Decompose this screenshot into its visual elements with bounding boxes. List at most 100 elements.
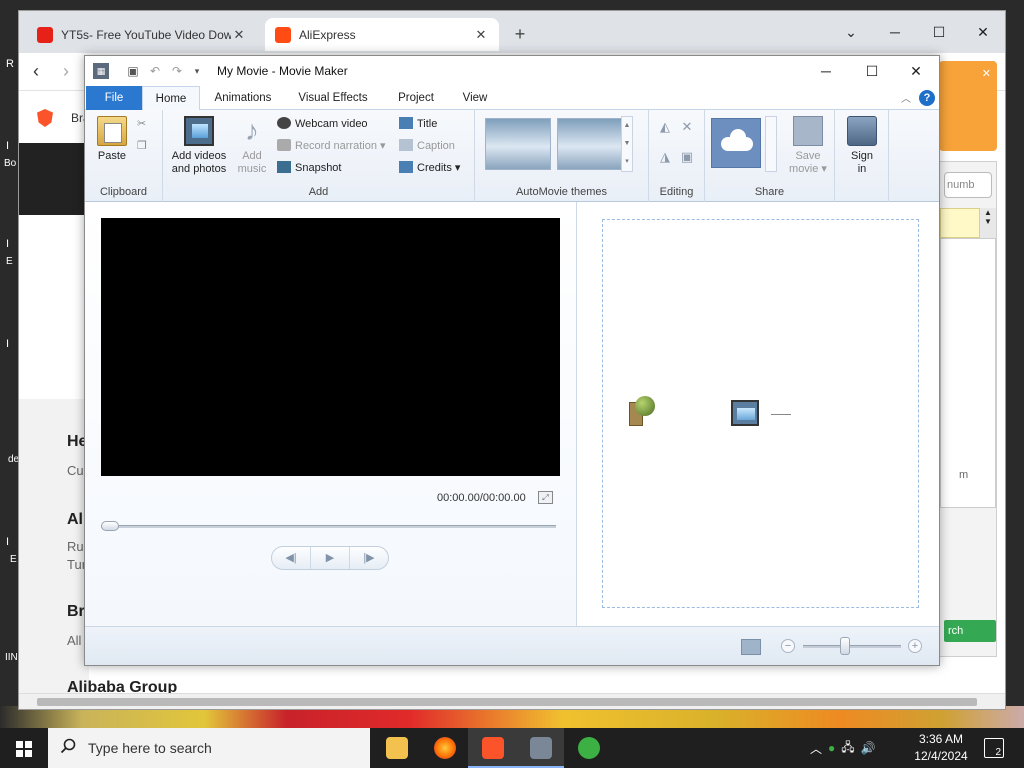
rotate-right-icon[interactable]: ◮	[657, 150, 673, 164]
browse-photos-icon[interactable]	[629, 396, 657, 426]
tab-file[interactable]: File	[86, 86, 142, 110]
paste-button[interactable]: Paste	[93, 116, 131, 163]
taskbar-movie-maker[interactable]	[516, 728, 564, 768]
close-icon[interactable]: ✕	[982, 67, 991, 80]
new-tab-button[interactable]: +	[509, 23, 531, 45]
storyboard-view-icon[interactable]	[741, 639, 761, 655]
title-button[interactable]: Title	[399, 114, 437, 134]
maximize-button[interactable]: ☐	[849, 56, 895, 86]
seek-thumb[interactable]	[101, 521, 119, 531]
browser-tab-aliexpress[interactable]: AliExpress ✕	[265, 18, 499, 51]
add-videos-photos-button[interactable]: Add videos and photos	[167, 116, 231, 176]
chevron-up-icon[interactable]: ︿	[810, 740, 822, 757]
cut-icon[interactable]: ✂	[137, 114, 146, 134]
copy-icon[interactable]: ❐	[137, 136, 147, 156]
highlight-field[interactable]	[940, 208, 980, 238]
redo-icon[interactable]: ↷	[169, 63, 185, 79]
footer-link[interactable]: Cu	[67, 463, 84, 478]
tab-animations[interactable]: Animations	[207, 86, 279, 110]
collapse-ribbon-icon[interactable]: ︿	[901, 90, 911, 105]
caption-button[interactable]: Caption	[399, 136, 455, 156]
browser-tab-yt5s[interactable]: YT5s- Free YouTube Video Downlo ✕	[27, 18, 257, 51]
fullscreen-icon[interactable]: ⤢	[538, 491, 553, 504]
volume-icon[interactable]: 🔊	[861, 741, 876, 755]
footer-heading[interactable]: Br	[67, 603, 85, 621]
tab-view[interactable]: View	[455, 86, 495, 110]
scrollbar-thumb[interactable]	[37, 698, 977, 706]
select-all-icon[interactable]: ▣	[679, 150, 695, 164]
zoom-slider[interactable]	[803, 645, 901, 648]
save-icon[interactable]: ▣	[125, 63, 141, 79]
add-videos-hint-icon[interactable]	[731, 400, 759, 426]
share-gallery-scroll-icon[interactable]	[765, 116, 777, 172]
save-movie-button[interactable]: Save movie ▾	[787, 116, 829, 176]
cloud-share-icon[interactable]	[711, 118, 761, 168]
taskbar-firefox[interactable]	[420, 728, 468, 768]
next-frame-icon[interactable]: |▶	[350, 547, 388, 569]
network-icon[interactable]: 🖧	[841, 738, 854, 759]
seek-bar[interactable]	[101, 525, 556, 528]
webcam-video-button[interactable]: Webcam video	[277, 114, 368, 134]
search-placeholder: Type here to search	[88, 740, 212, 756]
tab-search-chevron-icon[interactable]: ⌄	[829, 11, 873, 53]
snapshot-button[interactable]: Snapshot	[277, 158, 341, 178]
help-icon[interactable]: ?	[919, 90, 935, 106]
search-button[interactable]: rch	[944, 620, 996, 642]
taskbar-search[interactable]: Type here to search	[48, 728, 370, 768]
desktop-icon-label[interactable]: R	[6, 58, 14, 70]
desktop-icon-label[interactable]: I	[6, 536, 9, 548]
save-movie-label: movie	[789, 163, 819, 175]
taskbar-brave[interactable]	[468, 728, 516, 768]
zoom-out-icon[interactable]: −	[781, 639, 795, 653]
quick-access-dropdown-icon[interactable]: ▾	[189, 63, 205, 79]
people-icon	[578, 737, 600, 759]
sign-in-button[interactable]: Sign in	[845, 116, 879, 176]
tab-visual-effects[interactable]: Visual Effects	[295, 86, 371, 110]
taskbar-file-explorer[interactable]	[372, 728, 420, 768]
close-button[interactable]: ✕	[961, 11, 1005, 53]
theme-thumbnail[interactable]	[557, 118, 623, 170]
zoom-in-icon[interactable]: +	[908, 639, 922, 653]
maximize-button[interactable]: ☐	[917, 11, 961, 53]
previous-frame-icon[interactable]: ◀|	[272, 547, 311, 569]
zoom-slider-thumb[interactable]	[840, 637, 850, 655]
play-icon[interactable]: ▶	[311, 547, 350, 569]
storyboard-drop-area[interactable]	[602, 219, 919, 608]
theme-thumbnail[interactable]	[485, 118, 551, 170]
credits-button[interactable]: Credits ▾	[399, 158, 460, 178]
close-button[interactable]: ✕	[893, 56, 939, 86]
app-filmstrip-icon[interactable]: ▦	[93, 63, 109, 79]
tab-home[interactable]: Home	[142, 86, 200, 111]
promo-banner[interactable]: ✕	[939, 61, 997, 151]
browser-window-controls: ⌄ ─ ☐ ✕	[829, 11, 1005, 53]
scroll-arrows-icon[interactable]: ▲ ▼	[980, 208, 996, 238]
desktop-icon-label[interactable]: I	[6, 338, 9, 350]
rotate-left-icon[interactable]: ◭	[657, 120, 673, 134]
people-tray-icon[interactable]: ●	[828, 741, 835, 755]
footer-link[interactable]: All	[67, 633, 81, 648]
desktop-icon-label[interactable]: I	[6, 140, 9, 152]
add-music-button[interactable]: ♪ Add music	[231, 116, 273, 176]
start-button[interactable]	[0, 728, 48, 768]
forward-icon[interactable]: ›	[63, 61, 69, 82]
brave-logo-icon[interactable]	[37, 109, 53, 127]
remove-icon[interactable]: ✕	[679, 120, 695, 134]
record-narration-button[interactable]: Record narration ▾	[277, 136, 386, 156]
close-tab-icon[interactable]: ✕	[473, 27, 489, 43]
clock[interactable]: 3:36 AM 12/4/2024	[906, 731, 976, 765]
tab-project[interactable]: Project	[391, 86, 441, 110]
minimize-button[interactable]: ─	[873, 11, 917, 53]
minimize-button[interactable]: ─	[803, 56, 849, 86]
undo-icon[interactable]: ↶	[147, 63, 163, 79]
back-icon[interactable]: ‹	[33, 61, 39, 82]
notifications-icon[interactable]: 2	[984, 738, 1004, 758]
horizontal-scrollbar[interactable]	[19, 693, 1005, 709]
taskbar-people[interactable]	[564, 728, 612, 768]
footer-link[interactable]: Ru	[67, 539, 84, 554]
number-input[interactable]: numb	[944, 172, 992, 198]
close-tab-icon[interactable]: ✕	[231, 27, 247, 43]
desktop-icon-label[interactable]: I	[6, 238, 9, 250]
theme-gallery-scroll-icon[interactable]: ▲ ▼ ▾	[621, 116, 633, 172]
video-preview[interactable]	[101, 218, 560, 476]
paste-icon	[97, 116, 127, 146]
